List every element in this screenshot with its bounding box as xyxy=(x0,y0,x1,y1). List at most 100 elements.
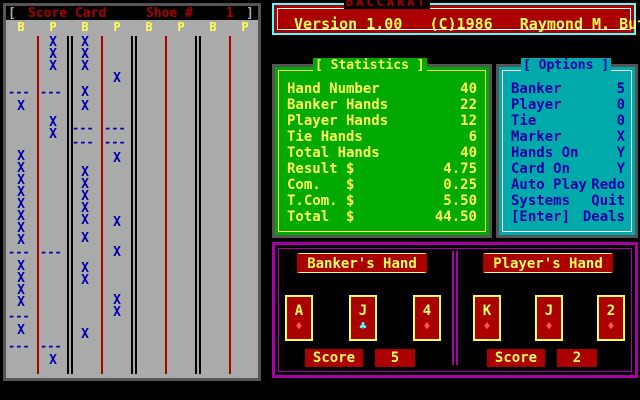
score-mark: X xyxy=(17,323,25,338)
stat-label: Result $ xyxy=(287,161,355,177)
version-credit: Version 1.00 (C)1986 Raymond M. Buti xyxy=(294,15,640,33)
tie-dash: --- xyxy=(8,245,30,259)
statistics-title-text: Statistics xyxy=(330,58,409,73)
tie-dash: --- xyxy=(8,85,30,99)
option-marker-value: X xyxy=(616,129,625,145)
option-marker[interactable]: Marker xyxy=(511,129,562,145)
stat-value: 22 xyxy=(460,97,477,113)
grid-line-double xyxy=(67,36,73,374)
stat-value: 44.50 xyxy=(434,209,477,225)
option-banker[interactable]: Banker xyxy=(511,81,562,97)
option-player[interactable]: Player xyxy=(511,97,562,113)
stat-label: Banker Hands xyxy=(287,97,389,113)
score-mark: X xyxy=(113,151,121,166)
col-head-7: B xyxy=(209,20,217,34)
game-title: BACCARAT xyxy=(344,0,430,9)
tie-dash: --- xyxy=(8,309,30,323)
col-head-1: B xyxy=(17,20,25,34)
card-rank: 2 xyxy=(606,303,616,319)
col-head-5: B xyxy=(145,20,153,34)
score-mark: X xyxy=(81,213,89,228)
score-mark: X xyxy=(113,245,121,260)
bracket-left: [ xyxy=(8,6,16,21)
option-enter-key[interactable]: [Enter] xyxy=(511,209,570,225)
diamond-icon: ♦ xyxy=(483,319,491,333)
banker-score-value: 5 xyxy=(375,349,415,367)
stat-value: 4.75 xyxy=(443,161,477,177)
stat-label: T.Com. $ xyxy=(287,193,355,209)
stat-label: Total Hands xyxy=(287,145,380,161)
hands-divider xyxy=(452,251,458,365)
grid-line xyxy=(165,36,167,374)
option-hands-on[interactable]: Hands On xyxy=(511,145,578,161)
col-head-6: P xyxy=(177,20,185,34)
stat-label: Total $ xyxy=(287,209,355,225)
options-title-text: Options xyxy=(538,58,594,73)
hands-panel: Banker's Hand A ♦ J ♣ 4 ♦ Score 5 Player… xyxy=(272,242,638,378)
player-hand-title: Player's Hand xyxy=(483,253,613,273)
tie-dash: --- xyxy=(104,121,126,135)
club-icon: ♣ xyxy=(359,319,367,333)
option-player-value: 0 xyxy=(616,97,625,113)
score-card-title: Score Card xyxy=(28,6,107,21)
option-auto-play[interactable]: Auto Play xyxy=(511,177,587,193)
player-score-label: Score xyxy=(487,349,545,367)
stat-value: 40 xyxy=(460,81,477,97)
option-card-on[interactable]: Card On xyxy=(511,161,570,177)
card-rank: A xyxy=(294,303,304,319)
col-head-3: B xyxy=(81,20,89,34)
score-mark: X xyxy=(81,231,89,246)
col-head-4: P xyxy=(113,20,121,34)
tie-dash: --- xyxy=(8,339,30,353)
shoe-label: Shoe # xyxy=(146,6,193,21)
card-rank: 4 xyxy=(422,303,432,319)
stat-value: 6 xyxy=(468,129,477,145)
diamond-icon: ♦ xyxy=(295,319,303,333)
tie-dash: --- xyxy=(40,339,62,353)
score-mark: X xyxy=(113,71,121,86)
score-card-panel: [ Score Card Shoe # 1 ] B P B P B P B P … xyxy=(3,3,261,381)
banker-score-label: Score xyxy=(305,349,363,367)
stat-value: 5.50 xyxy=(443,193,477,209)
stat-value: 40 xyxy=(460,145,477,161)
option-redo[interactable]: Redo xyxy=(591,177,625,193)
tie-dash: --- xyxy=(72,135,94,149)
score-mark: X xyxy=(17,99,25,114)
option-quit[interactable]: Quit xyxy=(591,193,625,209)
banker-card-2: J ♣ xyxy=(349,295,377,341)
grid-line xyxy=(229,36,231,374)
option-systems[interactable]: Systems xyxy=(511,193,570,209)
option-deals[interactable]: Deals xyxy=(583,209,625,225)
diamond-icon: ♦ xyxy=(423,319,431,333)
grid-line-double xyxy=(195,36,201,374)
option-tie-value: 0 xyxy=(616,113,625,129)
score-mark: X xyxy=(81,59,89,74)
diamond-icon: ♦ xyxy=(545,319,553,333)
diamond-icon: ♦ xyxy=(607,319,615,333)
score-mark: X xyxy=(81,99,89,114)
tie-dash: --- xyxy=(72,121,94,135)
shoe-number: 1 xyxy=(226,6,234,21)
banker-card-3: 4 ♦ xyxy=(413,295,441,341)
options-panel: [ Options ] Banker 5 Player 0 Tie 0 Mark… xyxy=(496,58,638,238)
grid-line xyxy=(37,36,39,374)
score-mark: X xyxy=(49,127,57,142)
grid-line-double xyxy=(131,36,137,374)
stat-label: Tie Hands xyxy=(287,129,363,145)
option-banker-value: 5 xyxy=(616,81,625,97)
col-head-8: P xyxy=(241,20,249,34)
tie-dash: --- xyxy=(104,135,126,149)
bracket-right: ] xyxy=(246,6,254,21)
statistics-title: [ Statistics ] xyxy=(313,58,427,73)
banker-card-1: A ♦ xyxy=(285,295,313,341)
option-tie[interactable]: Tie xyxy=(511,113,536,129)
tie-dash: --- xyxy=(40,85,62,99)
tie-dash: --- xyxy=(40,245,62,259)
score-mark: X xyxy=(81,273,89,288)
player-card-1: K ♦ xyxy=(473,295,501,341)
statistics-panel: [ Statistics ] Hand Number 40 Banker Han… xyxy=(272,58,492,238)
stat-value: 0.25 xyxy=(443,177,477,193)
stat-label: Hand Number xyxy=(287,81,380,97)
option-hands-on-value: Y xyxy=(616,145,625,161)
card-rank: J xyxy=(358,303,368,319)
